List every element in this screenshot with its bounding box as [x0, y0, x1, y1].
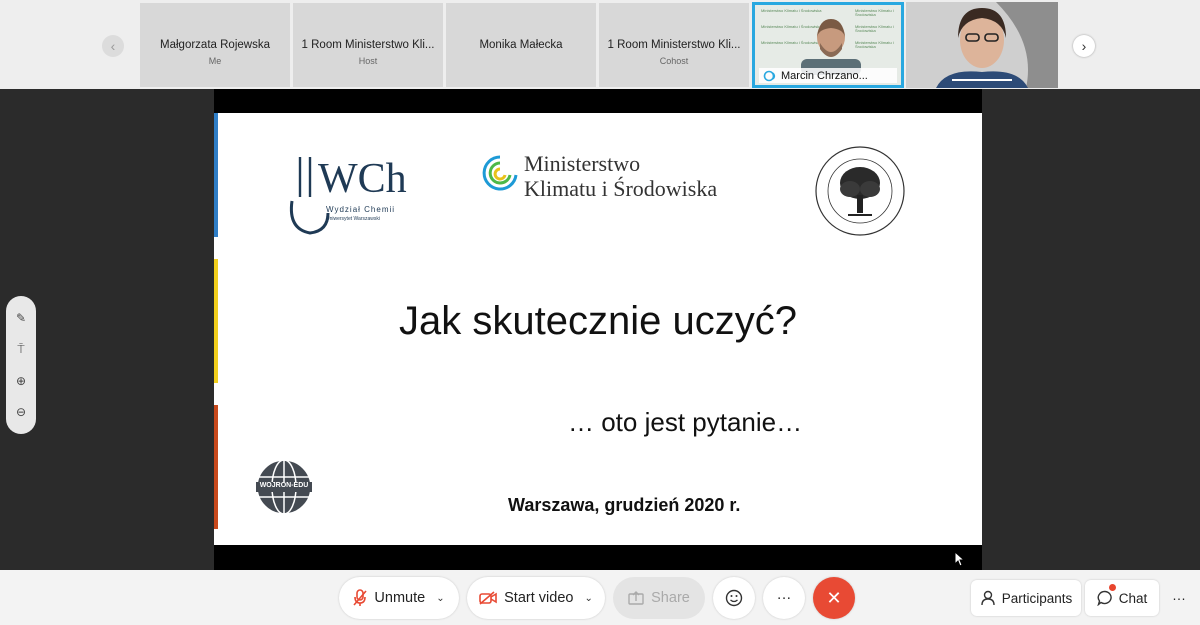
participant-tile[interactable]: 1 Room Ministerstwo Kli... Cohost	[599, 3, 749, 87]
chemistry-faculty-logo: WCh Wydział Chemii Uniwersytet Warszawsk…	[284, 151, 414, 241]
more-icon: ···	[1172, 590, 1186, 606]
start-video-button[interactable]: Start video ⌄	[467, 577, 605, 619]
participant-person	[801, 19, 861, 75]
participant-name: 1 Room Ministerstwo Kli...	[301, 39, 435, 51]
smiley-icon	[725, 589, 743, 607]
chevron-right-icon: ›	[1081, 38, 1087, 54]
tree-icon	[815, 146, 905, 236]
presentation-slide: WCh Wydział Chemii Uniwersytet Warszawsk…	[214, 113, 982, 545]
chevron-down-icon[interactable]: ⌄	[584, 593, 592, 604]
video-name-label: Marcin Chrzano...	[759, 68, 897, 83]
chat-label: Chat	[1118, 590, 1148, 606]
leave-meeting-button[interactable]: ✕	[813, 577, 855, 619]
more-panels-button[interactable]: ···	[1163, 580, 1195, 616]
more-options-button[interactable]: ···	[763, 577, 805, 619]
participant-tile[interactable]: Monika Małecka	[446, 3, 596, 87]
zoom-in-icon[interactable]: ⊕	[16, 374, 26, 388]
annotation-toolbar: ✎ ⍑ ⊕ ⊖	[6, 296, 36, 434]
unread-indicator	[1109, 584, 1116, 591]
slide-accent-bar	[214, 113, 218, 237]
chat-button[interactable]: Chat	[1085, 580, 1159, 616]
slide-title: Jak skutecznie uczyć?	[399, 299, 797, 343]
video-off-icon	[479, 591, 497, 605]
reactions-button[interactable]	[713, 577, 755, 619]
unmute-button[interactable]: Unmute ⌄	[339, 577, 459, 619]
participant-name: Małgorzata Rojewska	[160, 39, 270, 51]
participant-name: Monika Małecka	[479, 39, 563, 51]
biology-faculty-seal	[812, 143, 908, 239]
microphone-muted-icon	[353, 589, 368, 606]
participant-person	[906, 2, 1058, 88]
mouse-pointer-icon	[954, 551, 966, 567]
pen-icon[interactable]: ✎	[16, 311, 26, 325]
active-speaker-video[interactable]: Ministerstwo Klimatu i Środowiska Minist…	[752, 2, 904, 88]
person-icon	[981, 590, 995, 606]
logo-initials: WCh	[318, 156, 407, 202]
ministry-name-line2: Klimatu i Środowiska	[524, 176, 718, 201]
background-logo: Ministerstwo Klimatu i Środowiska	[855, 24, 894, 33]
slide-place-date: Warszawa, grudzień 2020 r.	[508, 495, 741, 515]
background-logo: Ministerstwo Klimatu i Środowiska	[855, 8, 894, 17]
wojron-edu-logo: WOJRON-EDU	[254, 457, 314, 517]
chevron-down-icon[interactable]: ⌄	[436, 593, 444, 604]
ministry-name-line1: Ministerstwo	[524, 151, 641, 176]
participant-tile[interactable]: Małgorzata Rojewska Me	[140, 3, 290, 87]
start-video-label: Start video	[504, 590, 574, 606]
ministry-logo: Ministerstwo Klimatu i Środowiska	[480, 149, 760, 209]
participant-tile[interactable]: 1 Room Ministerstwo Kli... Host	[293, 3, 443, 87]
logo-badge-text: WOJRON-EDU	[259, 482, 309, 489]
participant-role: Me	[208, 56, 222, 66]
swirl-icon	[482, 155, 518, 191]
shared-screen: WCh Wydział Chemii Uniwersytet Warszawsk…	[214, 89, 982, 570]
meeting-controls: Unmute ⌄ Start video ⌄ Share ··· ✕ Parti…	[0, 570, 1200, 625]
chat-bubble-icon	[1097, 590, 1112, 606]
participants-label: Participants	[1001, 590, 1073, 606]
share-icon	[628, 591, 644, 605]
participant-role: Host	[358, 56, 378, 66]
participant-name: Marcin Chrzano...	[781, 69, 868, 82]
participants-button[interactable]: Participants	[971, 580, 1081, 616]
previous-participants-button[interactable]: ‹	[102, 35, 124, 57]
share-label: Share	[651, 590, 690, 606]
logo-university-name: Uniwersytet Warszawski	[326, 216, 380, 222]
more-icon: ···	[776, 590, 792, 606]
participant-name: 1 Room Ministerstwo Kli...	[607, 39, 741, 51]
logo-faculty-name: Wydział Chemii	[326, 205, 396, 214]
audio-wave-icon	[763, 70, 776, 81]
slide-accent-bar	[214, 405, 218, 529]
pin-icon[interactable]: ⍑	[17, 342, 24, 357]
chevron-left-icon: ‹	[110, 38, 116, 54]
slide-subtitle: … oto jest pytanie…	[568, 407, 803, 437]
background-logo: Ministerstwo Klimatu i Środowiska	[855, 40, 894, 49]
participant-video[interactable]	[906, 2, 1058, 88]
share-button[interactable]: Share	[613, 577, 705, 619]
participant-role: Cohost	[659, 56, 689, 66]
close-icon: ✕	[826, 587, 842, 608]
participant-strip: ‹ Małgorzata Rojewska Me 1 Room Minister…	[0, 0, 1200, 89]
next-participants-button[interactable]: ›	[1073, 35, 1095, 57]
unmute-label: Unmute	[374, 590, 426, 606]
zoom-out-icon[interactable]: ⊖	[16, 405, 26, 419]
